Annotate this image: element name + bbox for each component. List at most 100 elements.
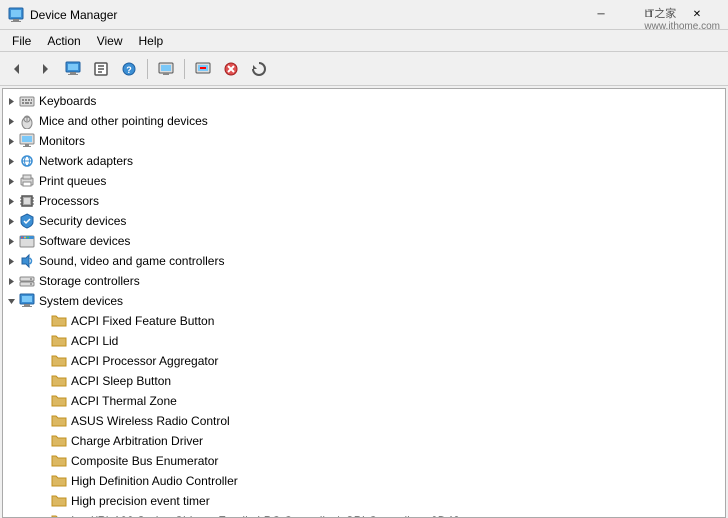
- tree-item-high-precision[interactable]: High precision event timer: [3, 491, 725, 511]
- item-icon-acpi-sleep: [51, 373, 67, 389]
- item-icon-network: [19, 153, 35, 169]
- tree-item-charge[interactable]: Charge Arbitration Driver: [3, 431, 725, 451]
- computer-button[interactable]: [60, 56, 86, 82]
- tree-item-high-def[interactable]: High Definition Audio Controller: [3, 471, 725, 491]
- tree-item-composite[interactable]: Composite Bus Enumerator: [3, 451, 725, 471]
- window-title: Device Manager: [30, 8, 117, 22]
- item-label-high-precision: High precision event timer: [71, 491, 210, 511]
- expand-btn-mice: [3, 113, 19, 129]
- tree-item-intel-lpc[interactable]: Intel(R) 100 Series Chipset Family LPC C…: [3, 511, 725, 518]
- item-label-asus-wireless: ASUS Wireless Radio Control: [71, 411, 230, 431]
- item-label-storage: Storage controllers: [39, 271, 140, 291]
- item-icon-keyboards: [19, 93, 35, 109]
- minimize-button[interactable]: ─: [578, 1, 624, 29]
- tree-item-software[interactable]: Software devices: [3, 231, 725, 251]
- device-tree-panel[interactable]: KeyboardsMice and other pointing devices…: [2, 88, 726, 518]
- uninstall-button[interactable]: [190, 56, 216, 82]
- item-icon-system: [19, 293, 35, 309]
- item-label-processors: Processors: [39, 191, 99, 211]
- tree-item-acpi-sleep[interactable]: ACPI Sleep Button: [3, 371, 725, 391]
- expand-btn-print: [3, 173, 19, 189]
- properties-button[interactable]: [88, 56, 114, 82]
- item-label-mice: Mice and other pointing devices: [39, 111, 208, 131]
- cancel-button[interactable]: [218, 56, 244, 82]
- item-icon-charge: [51, 433, 67, 449]
- tree-item-network[interactable]: Network adapters: [3, 151, 725, 171]
- item-label-print: Print queues: [39, 171, 106, 191]
- item-label-software: Software devices: [39, 231, 130, 251]
- item-icon-acpi-thermal: [51, 393, 67, 409]
- forward-button[interactable]: [32, 56, 58, 82]
- menu-item-action[interactable]: Action: [39, 32, 88, 50]
- watermark-brand: IT之家: [644, 5, 720, 21]
- expand-btn-system: [3, 293, 19, 309]
- expand-btn-monitors: [3, 133, 19, 149]
- item-label-acpi-processor: ACPI Processor Aggregator: [71, 351, 218, 371]
- expand-btn-processors: [3, 193, 19, 209]
- watermark: IT之家 www.ithome.com: [644, 5, 720, 32]
- toolbar: ?: [0, 52, 728, 86]
- item-label-acpi-sleep: ACPI Sleep Button: [71, 371, 171, 391]
- item-icon-print: [19, 173, 35, 189]
- tree-item-mice[interactable]: Mice and other pointing devices: [3, 111, 725, 131]
- item-icon-mice: [19, 113, 35, 129]
- item-label-monitors: Monitors: [39, 131, 85, 151]
- expand-btn-storage: [3, 273, 19, 289]
- item-icon-software: [19, 233, 35, 249]
- expand-btn-software: [3, 233, 19, 249]
- item-icon-acpi-fixed: [51, 313, 67, 329]
- svg-text:?: ?: [126, 65, 132, 75]
- item-icon-processors: [19, 193, 35, 209]
- menu-item-view[interactable]: View: [89, 32, 131, 50]
- refresh-button[interactable]: [246, 56, 272, 82]
- tree-item-acpi-lid[interactable]: ACPI Lid: [3, 331, 725, 351]
- item-label-network: Network adapters: [39, 151, 133, 171]
- title-bar: Device Manager ─ □ ✕: [0, 0, 728, 30]
- item-icon-composite: [51, 453, 67, 469]
- item-label-acpi-fixed: ACPI Fixed Feature Button: [71, 311, 214, 331]
- back-button[interactable]: [4, 56, 30, 82]
- display-button[interactable]: [153, 56, 179, 82]
- menu-item-file[interactable]: File: [4, 32, 39, 50]
- help-button[interactable]: ?: [116, 56, 142, 82]
- item-icon-high-precision: [51, 493, 67, 509]
- item-icon-acpi-lid: [51, 333, 67, 349]
- item-label-high-def: High Definition Audio Controller: [71, 471, 238, 491]
- item-icon-asus-wireless: [51, 413, 67, 429]
- tree-item-monitors[interactable]: Monitors: [3, 131, 725, 151]
- tree-item-acpi-fixed[interactable]: ACPI Fixed Feature Button: [3, 311, 725, 331]
- tree-item-asus-wireless[interactable]: ASUS Wireless Radio Control: [3, 411, 725, 431]
- tree-item-storage[interactable]: Storage controllers: [3, 271, 725, 291]
- expand-btn-keyboards: [3, 93, 19, 109]
- item-label-keyboards: Keyboards: [39, 91, 96, 111]
- item-label-acpi-thermal: ACPI Thermal Zone: [71, 391, 177, 411]
- item-label-composite: Composite Bus Enumerator: [71, 451, 218, 471]
- item-icon-high-def: [51, 473, 67, 489]
- item-icon-acpi-processor: [51, 353, 67, 369]
- tree-item-print[interactable]: Print queues: [3, 171, 725, 191]
- item-icon-storage: [19, 273, 35, 289]
- watermark-url: www.ithome.com: [644, 21, 720, 32]
- item-label-security: Security devices: [39, 211, 126, 231]
- separator-1: [147, 59, 148, 79]
- menu-item-help[interactable]: Help: [131, 32, 172, 50]
- item-icon-monitors: [19, 133, 35, 149]
- item-label-sound: Sound, video and game controllers: [39, 251, 224, 271]
- expand-btn-sound: [3, 253, 19, 269]
- expand-btn-security: [3, 213, 19, 229]
- tree-item-acpi-thermal[interactable]: ACPI Thermal Zone: [3, 391, 725, 411]
- tree-item-security[interactable]: Security devices: [3, 211, 725, 231]
- tree-item-processors[interactable]: Processors: [3, 191, 725, 211]
- item-label-system: System devices: [39, 291, 123, 311]
- item-label-acpi-lid: ACPI Lid: [71, 331, 118, 351]
- item-label-charge: Charge Arbitration Driver: [71, 431, 203, 451]
- tree-item-acpi-processor[interactable]: ACPI Processor Aggregator: [3, 351, 725, 371]
- expand-btn-network: [3, 153, 19, 169]
- item-icon-sound: [19, 253, 35, 269]
- menu-bar: FileActionViewHelp: [0, 30, 728, 52]
- item-icon-security: [19, 213, 35, 229]
- tree-item-system[interactable]: System devices: [3, 291, 725, 311]
- separator-2: [184, 59, 185, 79]
- tree-item-keyboards[interactable]: Keyboards: [3, 91, 725, 111]
- tree-item-sound[interactable]: Sound, video and game controllers: [3, 251, 725, 271]
